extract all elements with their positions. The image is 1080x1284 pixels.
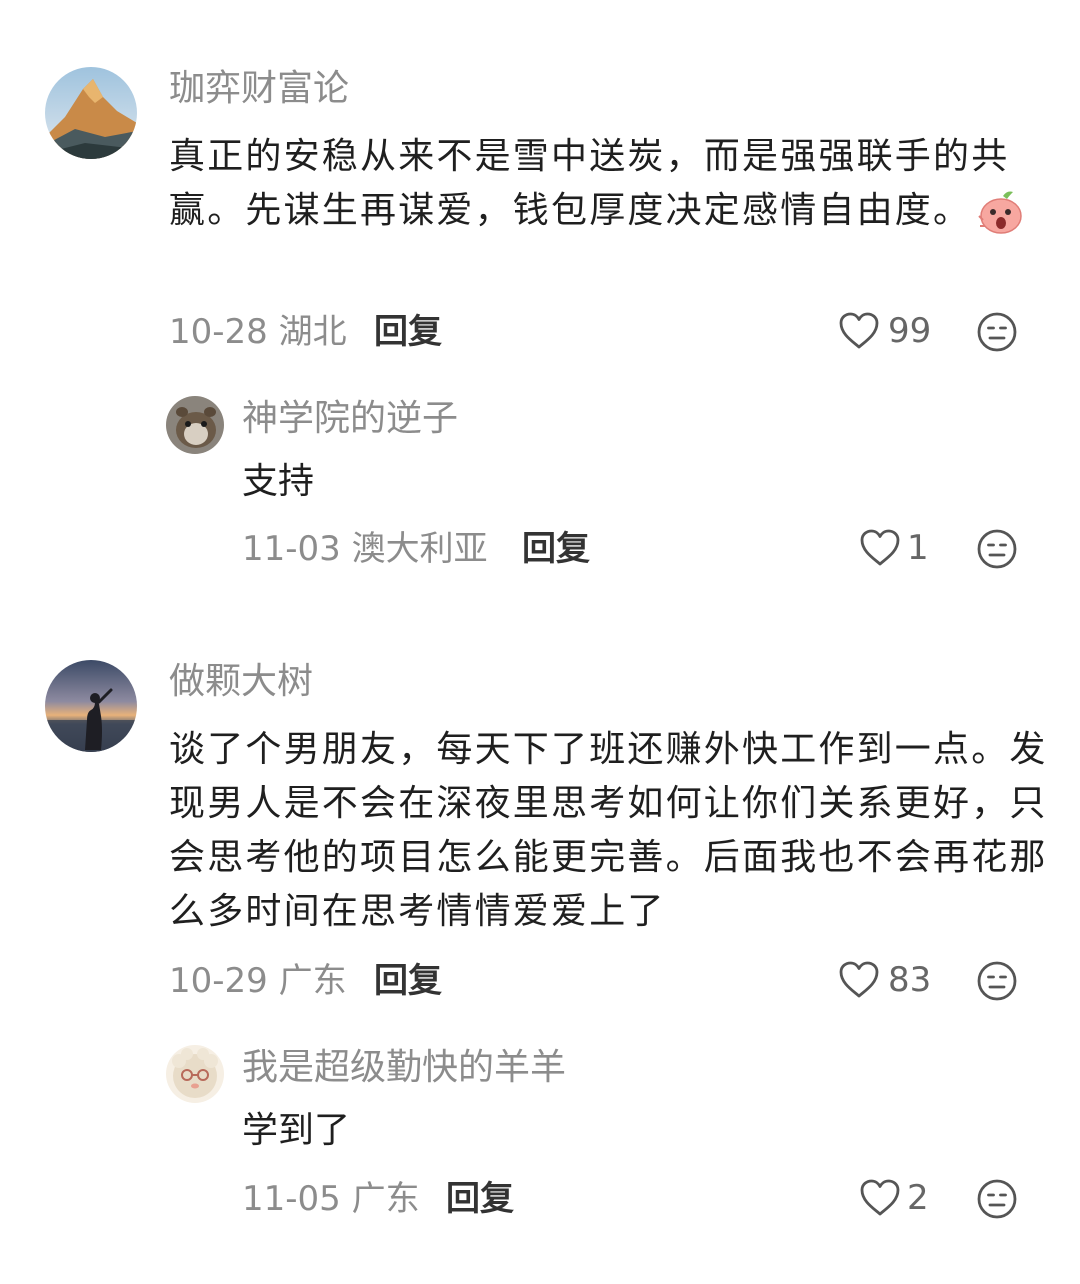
comment-meta: 10-29 广东 xyxy=(169,964,347,998)
meh-face-icon[interactable] xyxy=(976,528,1018,574)
meh-face-icon[interactable] xyxy=(976,311,1018,357)
comment-date: 10-28 xyxy=(169,312,268,352)
surprised-peach-sticker xyxy=(977,190,1025,250)
comment-text: 谈了个男朋友，每天下了班还赚外快工作到一点。发现男人是不会在深夜里思考如何让你们… xyxy=(169,729,1048,932)
reply-location: 澳大利亚 xyxy=(351,529,488,569)
heart-outline-icon[interactable] xyxy=(859,528,901,572)
meh-face-icon[interactable] xyxy=(976,960,1018,1006)
comment-username[interactable]: 做颗大树 xyxy=(169,664,313,700)
comment-location: 湖北 xyxy=(278,312,347,352)
reply-date: 11-05 xyxy=(242,1179,341,1219)
reply-button[interactable]: 回复 xyxy=(446,1182,514,1216)
comment-text-body: 真正的安稳从来不是雪中送炭，而是强强联手的共赢。先谋生再谋爱，钱包厚度决定感情自… xyxy=(169,136,1010,231)
reply-text: 学到了 xyxy=(242,1110,351,1151)
reply-username[interactable]: 我是超级勤快的羊羊 xyxy=(242,1050,566,1086)
reply-date: 11-03 xyxy=(242,529,341,569)
like-count: 1 xyxy=(907,528,929,568)
reply-meta: 11-05 广东 xyxy=(242,1182,420,1216)
heart-outline-icon[interactable] xyxy=(859,1178,901,1222)
comment-date: 10-29 xyxy=(169,961,268,1001)
reply-button[interactable]: 回复 xyxy=(522,532,590,566)
reply-username[interactable]: 神学院的逆子 xyxy=(242,401,458,437)
avatar[interactable] xyxy=(166,396,224,454)
avatar[interactable] xyxy=(166,1045,224,1103)
comment-meta: 10-28 湖北 xyxy=(169,315,347,349)
reply-text: 支持 xyxy=(242,461,315,502)
like-count: 83 xyxy=(888,960,932,1000)
meh-face-icon[interactable] xyxy=(976,1178,1018,1224)
like-count: 99 xyxy=(888,311,932,351)
heart-outline-icon[interactable] xyxy=(838,960,880,1004)
avatar[interactable] xyxy=(45,67,137,159)
reply-button[interactable]: 回复 xyxy=(374,964,442,998)
comment-text: 真正的安稳从来不是雪中送炭，而是强强联手的共赢。先谋生再谋爱，钱包厚度决定感情自… xyxy=(169,130,1049,250)
avatar[interactable] xyxy=(45,660,137,752)
reply-location: 广东 xyxy=(351,1179,420,1219)
comment-username[interactable]: 珈弈财富论 xyxy=(169,71,349,107)
heart-outline-icon[interactable] xyxy=(838,311,880,355)
reply-meta: 11-03 澳大利亚 xyxy=(242,532,488,566)
reply-button[interactable]: 回复 xyxy=(374,315,442,349)
like-count: 2 xyxy=(907,1178,929,1218)
comment-location: 广东 xyxy=(278,961,347,1001)
